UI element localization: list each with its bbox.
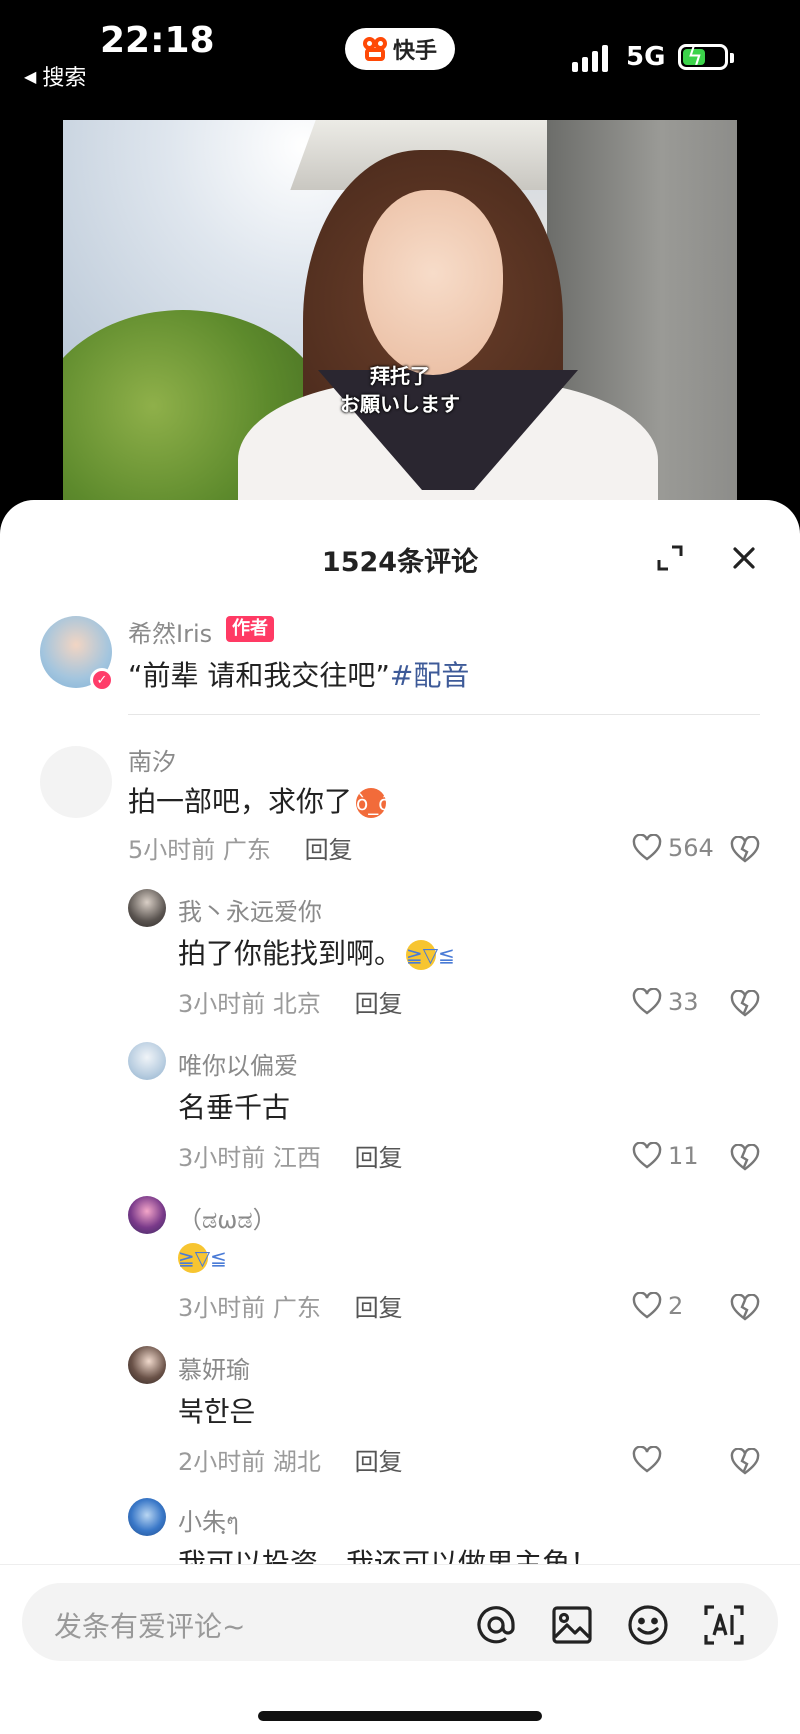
comment-time: 2小时前	[178, 1448, 266, 1476]
comment-text: ≧▽≦	[178, 1240, 227, 1273]
author-badge: 作者	[226, 616, 274, 642]
like-button[interactable]: 11	[632, 1142, 699, 1170]
comment-username[interactable]: 慕妍瑜	[178, 1350, 250, 1385]
comment-location: 广东	[272, 1294, 321, 1322]
mention-icon[interactable]	[474, 1603, 518, 1647]
avatar[interactable]	[128, 889, 166, 927]
heart-icon	[632, 1142, 662, 1169]
dislike-heart-icon[interactable]	[730, 1294, 760, 1322]
author-post-body: “前辈 请和我交往吧”	[128, 659, 390, 692]
heart-icon	[632, 834, 662, 861]
app-name: 快手	[392, 39, 437, 64]
author-post: ✓ 希然Iris 作者 “前辈 请和我交往吧”#配音	[0, 610, 800, 700]
comment-meta: 2小时前 湖北 回复	[178, 1442, 403, 1477]
comment-username[interactable]: 南汐	[128, 742, 176, 777]
kuaishou-logo-icon	[362, 37, 387, 61]
comment-text-body: 拍了你能找到啊。	[178, 937, 403, 970]
emoji-icon[interactable]	[626, 1603, 670, 1647]
dislike-heart-icon[interactable]	[730, 1448, 760, 1476]
comment-input-bar: 发条有爱评论~	[0, 1564, 800, 1734]
avatar[interactable]	[128, 1042, 166, 1080]
comment-text: 拍一部吧，求你了 ò_ó	[128, 780, 391, 820]
comment-text: 북한은	[178, 1395, 256, 1428]
comment-input[interactable]: 发条有爱评论~	[22, 1583, 778, 1661]
comment-text: 拍了你能找到啊。 ≧▽≦	[178, 932, 455, 972]
home-indicator[interactable]	[258, 1711, 542, 1721]
back-triangle-icon: ◀	[24, 66, 37, 86]
tears-of-joy-icon: ≧▽≦	[178, 1243, 227, 1273]
reply-button[interactable]: 回复	[305, 836, 353, 864]
comment-time: 3小时前	[178, 990, 266, 1018]
back-to-app-button[interactable]: ◀ 搜索	[24, 60, 86, 92]
heart-icon	[632, 1446, 662, 1473]
reply-button[interactable]: 回复	[355, 1144, 403, 1172]
reply-button[interactable]: 回复	[355, 990, 403, 1018]
comment-meta: 3小时前 北京 回复	[178, 984, 403, 1019]
like-count: 33	[668, 988, 699, 1016]
reply-button[interactable]: 回复	[355, 1294, 403, 1322]
expand-icon[interactable]	[656, 544, 684, 572]
comment-time: 3小时前	[178, 1294, 266, 1322]
dislike-heart-icon[interactable]	[730, 990, 760, 1018]
like-button[interactable]: 564	[632, 834, 714, 862]
avatar[interactable]	[40, 746, 112, 818]
heart-icon	[632, 988, 662, 1015]
comment-username[interactable]: 我丶永远爱你	[178, 892, 322, 927]
comment-username[interactable]: 唯你以偏爱	[178, 1046, 298, 1081]
avatar[interactable]	[128, 1196, 166, 1234]
comment-location: 湖北	[272, 1448, 321, 1476]
like-count: 2	[668, 1292, 684, 1320]
like-count: 11	[668, 1142, 699, 1170]
comment-username[interactable]: （ಡωಡ）	[178, 1200, 277, 1235]
reply-button[interactable]: 回复	[355, 1448, 403, 1476]
comment-username[interactable]: 小朱ฺๆ	[178, 1502, 239, 1541]
laughing-crying-icon: ≧▽≦	[406, 940, 455, 970]
app-indicator-pill[interactable]: 快手	[345, 28, 455, 70]
like-button[interactable]	[632, 1446, 668, 1474]
clock: 22:18	[100, 20, 215, 61]
signal-icon	[572, 44, 608, 72]
comment-meta: 5小时前 广东 回复	[128, 830, 353, 865]
divider	[128, 714, 760, 715]
heart-icon	[632, 1292, 662, 1319]
avatar[interactable]	[128, 1498, 166, 1536]
comment-meta: 3小时前 广东 回复	[178, 1288, 403, 1323]
like-count: 564	[668, 834, 714, 862]
dislike-heart-icon[interactable]	[730, 1144, 760, 1172]
avatar[interactable]	[128, 1346, 166, 1384]
like-button[interactable]: 33	[632, 988, 699, 1016]
like-button[interactable]: 2	[632, 1292, 683, 1320]
comment-location: 江西	[272, 1144, 321, 1172]
subtitle-japanese: お願いします	[340, 392, 460, 416]
comment-location: 广东	[222, 836, 271, 864]
author-username[interactable]: 希然Iris	[128, 614, 212, 649]
angry-face-icon: ò_ó	[356, 788, 391, 818]
hashtag-link[interactable]: #配音	[390, 659, 469, 692]
comment-input-placeholder: 发条有爱评论~	[54, 1610, 246, 1643]
close-icon[interactable]	[730, 544, 758, 572]
video-player[interactable]: 拜托了 お願いします	[63, 120, 737, 520]
ai-icon[interactable]	[702, 1603, 746, 1647]
status-bar: 22:18 ◀ 搜索 快手 5G ϟ	[0, 0, 800, 120]
comment-location: 北京	[272, 990, 321, 1018]
comment-meta: 3小时前 江西 回复	[178, 1138, 403, 1173]
comment-text-body: 拍一部吧，求你了	[128, 785, 353, 818]
subtitle-chinese: 拜托了	[370, 364, 430, 388]
comment-sheet: 1524条评论 ✓ 希然Iris 作者 “前辈 请和我交往吧”#配音 南汐 拍一…	[0, 500, 800, 1734]
author-post-text: “前辈 请和我交往吧”#配音	[128, 654, 469, 694]
comment-time: 3小时前	[178, 1144, 266, 1172]
comment-time: 5小时前	[128, 836, 216, 864]
video-person-face	[363, 190, 503, 375]
battery-charging-icon: ϟ	[678, 43, 734, 71]
image-icon[interactable]	[550, 1603, 594, 1647]
dislike-heart-icon[interactable]	[730, 836, 760, 864]
back-app-label: 搜索	[42, 66, 87, 91]
network-type: 5G	[626, 42, 666, 72]
verified-icon: ✓	[90, 668, 114, 692]
comment-text: 名垂千古	[178, 1091, 291, 1124]
